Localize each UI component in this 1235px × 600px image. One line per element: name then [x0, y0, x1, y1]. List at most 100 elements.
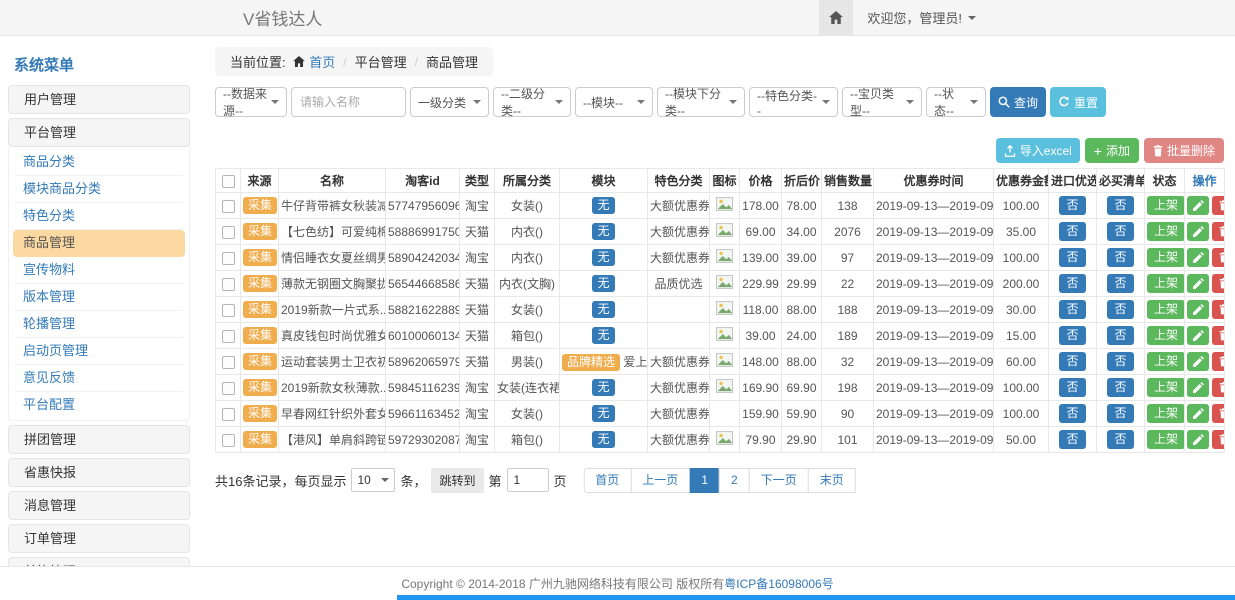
- status-badge[interactable]: 上架: [1147, 196, 1185, 215]
- breadcrumb-home-link[interactable]: 首页: [309, 52, 335, 71]
- sidebar-item-group[interactable]: 消息管理: [8, 491, 190, 520]
- import-select-toggle[interactable]: 否: [1059, 196, 1085, 215]
- delete-button[interactable]: [1212, 430, 1225, 449]
- edit-button[interactable]: [1187, 300, 1209, 319]
- must-buy-toggle[interactable]: 否: [1107, 352, 1133, 371]
- row-checkbox[interactable]: [222, 252, 235, 265]
- batch-delete-button[interactable]: 批量删除: [1144, 138, 1224, 163]
- page-button[interactable]: 末页: [808, 468, 856, 493]
- sidebar-subitem[interactable]: 宣传物料: [13, 257, 185, 284]
- sidebar-subitem[interactable]: 商品管理: [13, 230, 185, 257]
- sidebar-item-group[interactable]: 订单管理: [8, 524, 190, 553]
- status-badge[interactable]: 上架: [1147, 404, 1185, 423]
- row-checkbox[interactable]: [222, 356, 235, 369]
- import-select-toggle[interactable]: 否: [1059, 404, 1085, 423]
- page-button[interactable]: 2: [719, 468, 750, 493]
- delete-button[interactable]: [1212, 378, 1225, 397]
- filter-select[interactable]: --模块--: [575, 87, 653, 117]
- import-select-toggle[interactable]: 否: [1059, 326, 1085, 345]
- status-badge[interactable]: 上架: [1147, 378, 1185, 397]
- delete-button[interactable]: [1212, 352, 1225, 371]
- filter-select[interactable]: --模块下分类--: [657, 87, 745, 117]
- filter-select[interactable]: 一级分类: [410, 87, 489, 117]
- delete-button[interactable]: [1212, 404, 1225, 423]
- import-select-toggle[interactable]: 否: [1059, 274, 1085, 293]
- row-checkbox[interactable]: [222, 330, 235, 343]
- page-button[interactable]: 下一页: [749, 468, 809, 493]
- sidebar-subitem[interactable]: 意见反馈: [13, 365, 185, 392]
- must-buy-toggle[interactable]: 否: [1107, 404, 1133, 423]
- user-dropdown[interactable]: 欢迎您，管理员!: [853, 8, 990, 27]
- delete-button[interactable]: [1212, 248, 1225, 267]
- row-checkbox[interactable]: [222, 226, 235, 239]
- must-buy-toggle[interactable]: 否: [1107, 326, 1133, 345]
- row-checkbox[interactable]: [222, 408, 235, 421]
- row-checkbox[interactable]: [222, 382, 235, 395]
- must-buy-toggle[interactable]: 否: [1107, 248, 1133, 267]
- import-select-toggle[interactable]: 否: [1059, 222, 1085, 241]
- search-button[interactable]: 查询: [990, 87, 1046, 117]
- breadcrumb-item[interactable]: 平台管理: [355, 52, 407, 71]
- import-select-toggle[interactable]: 否: [1059, 248, 1085, 267]
- status-badge[interactable]: 上架: [1147, 222, 1185, 241]
- add-button[interactable]: + 添加: [1085, 138, 1139, 163]
- sidebar-item-group[interactable]: 拼团管理: [8, 425, 190, 454]
- row-checkbox[interactable]: [222, 278, 235, 291]
- filter-select[interactable]: --状态--: [926, 87, 986, 117]
- edit-button[interactable]: [1187, 326, 1209, 345]
- page-button[interactable]: 1: [689, 468, 720, 493]
- sidebar-subitem[interactable]: 平台配置: [13, 392, 185, 418]
- row-checkbox[interactable]: [222, 200, 235, 213]
- sidebar-item-group[interactable]: 省惠快报: [8, 458, 190, 487]
- edit-button[interactable]: [1187, 404, 1209, 423]
- sidebar-subitem[interactable]: 特色分类: [13, 203, 185, 230]
- delete-button[interactable]: [1212, 196, 1225, 215]
- filter-select[interactable]: --特色分类--: [749, 87, 838, 117]
- icp-link[interactable]: 粤ICP备16098006号: [724, 575, 833, 592]
- must-buy-toggle[interactable]: 否: [1107, 196, 1133, 215]
- jump-button[interactable]: 跳转到: [431, 468, 483, 493]
- sidebar-subitem[interactable]: 商品分类: [13, 149, 185, 176]
- filter-select[interactable]: --宝贝类型--: [842, 87, 922, 117]
- delete-button[interactable]: [1212, 222, 1225, 241]
- edit-button[interactable]: [1187, 222, 1209, 241]
- import-select-toggle[interactable]: 否: [1059, 378, 1085, 397]
- sidebar-subitem[interactable]: 版本管理: [13, 284, 185, 311]
- status-badge[interactable]: 上架: [1147, 326, 1185, 345]
- must-buy-toggle[interactable]: 否: [1107, 222, 1133, 241]
- edit-button[interactable]: [1187, 196, 1209, 215]
- delete-button[interactable]: [1212, 274, 1225, 293]
- must-buy-toggle[interactable]: 否: [1107, 378, 1133, 397]
- sidebar-subitem[interactable]: 启动页管理: [13, 338, 185, 365]
- edit-button[interactable]: [1187, 352, 1209, 371]
- status-badge[interactable]: 上架: [1147, 430, 1185, 449]
- edit-button[interactable]: [1187, 430, 1209, 449]
- import-excel-button[interactable]: 导入excel: [996, 138, 1080, 163]
- jump-page-input[interactable]: [507, 468, 549, 492]
- must-buy-toggle[interactable]: 否: [1107, 300, 1133, 319]
- sidebar-subitem[interactable]: 轮播管理: [13, 311, 185, 338]
- edit-button[interactable]: [1187, 378, 1209, 397]
- name-search-input[interactable]: [291, 87, 406, 117]
- status-badge[interactable]: 上架: [1147, 300, 1185, 319]
- delete-button[interactable]: [1212, 300, 1225, 319]
- filter-select[interactable]: --二级分类--: [493, 87, 571, 117]
- import-select-toggle[interactable]: 否: [1059, 352, 1085, 371]
- home-button[interactable]: [819, 0, 853, 35]
- delete-button[interactable]: [1212, 326, 1225, 345]
- status-badge[interactable]: 上架: [1147, 352, 1185, 371]
- import-select-toggle[interactable]: 否: [1059, 430, 1085, 449]
- edit-button[interactable]: [1187, 274, 1209, 293]
- row-checkbox[interactable]: [222, 304, 235, 317]
- import-select-toggle[interactable]: 否: [1059, 300, 1085, 319]
- must-buy-toggle[interactable]: 否: [1107, 274, 1133, 293]
- edit-button[interactable]: [1187, 248, 1209, 267]
- sidebar-item-user-management[interactable]: 用户管理: [8, 85, 190, 114]
- row-checkbox[interactable]: [222, 434, 235, 447]
- sidebar-subitem[interactable]: 模块商品分类: [13, 176, 185, 203]
- status-badge[interactable]: 上架: [1147, 248, 1185, 267]
- status-badge[interactable]: 上架: [1147, 274, 1185, 293]
- must-buy-toggle[interactable]: 否: [1107, 430, 1133, 449]
- page-button[interactable]: 上一页: [630, 468, 690, 493]
- select-all-checkbox[interactable]: [222, 175, 235, 188]
